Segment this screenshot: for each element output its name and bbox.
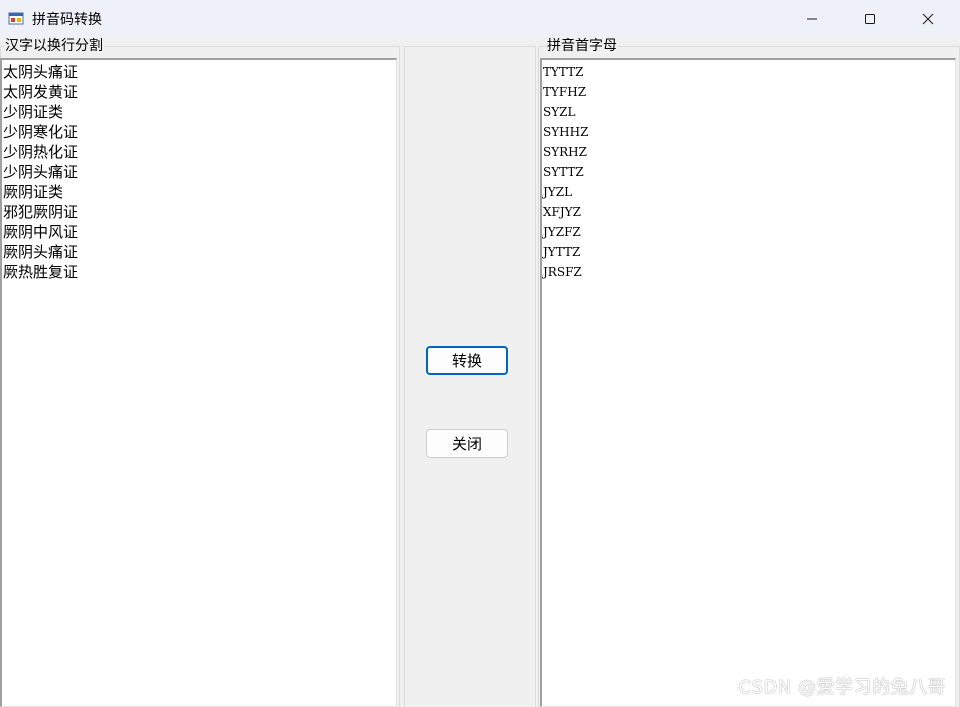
text-line: TYTTZ xyxy=(543,65,584,79)
text-line: JYTTZ xyxy=(543,245,581,259)
text-line: 厥阴中风证 xyxy=(3,223,79,241)
convert-button[interactable]: 转换 xyxy=(426,346,508,375)
text-line: 厥热胜复证 xyxy=(3,263,79,281)
button-panel xyxy=(404,46,536,707)
hanzi-input-textbox[interactable]: 太阴头痛证太阴发黄证少阴证类少阴寒化证少阴热化证少阴头痛证厥阴证类邪犯厥阴证厥阴… xyxy=(0,58,397,707)
text-line: JYZFZ xyxy=(543,225,581,239)
pinyin-group-label: 拼音首字母 xyxy=(546,38,618,54)
pinyin-output-textbox[interactable]: TYTTZ TYFHZ SYZL SYHHZ SYRHZ SYTTZ JYZL XFJYZ JY… xyxy=(540,58,956,707)
text-line: SYRHZ xyxy=(543,145,587,159)
window-title: 拼音码转换 xyxy=(32,12,102,28)
maximize-button[interactable] xyxy=(841,0,899,38)
text-line: JRSFZ xyxy=(543,265,582,279)
text-line: SYHHZ xyxy=(543,125,589,139)
minimize-icon xyxy=(807,18,817,20)
text-line: 少阴头痛证 xyxy=(3,163,79,181)
client-area: 汉字以换行分割 太阴头痛证太阴发黄证少阴证类少阴寒化证少阴热化证少阴头痛证厥阴证… xyxy=(0,38,960,707)
hanzi-group-label: 汉字以换行分割 xyxy=(4,38,104,54)
app-icon xyxy=(8,10,24,26)
text-line: 少阴热化证 xyxy=(3,143,79,161)
text-line: 少阴证类 xyxy=(3,103,64,121)
text-line: 邪犯厥阴证 xyxy=(3,203,79,221)
text-line: SYZL xyxy=(543,105,576,119)
text-line: 少阴寒化证 xyxy=(3,123,79,141)
text-line: JYZL xyxy=(543,185,573,199)
text-line: XFJYZ xyxy=(543,205,581,219)
text-line: 太阴头痛证 xyxy=(3,63,79,81)
minimize-button[interactable] xyxy=(783,0,841,38)
close-window-button[interactable] xyxy=(899,0,957,38)
title-bar: 拼音码转换 xyxy=(0,0,960,38)
text-line: TYFHZ xyxy=(543,85,587,99)
close-button[interactable]: 关闭 xyxy=(426,429,508,458)
close-icon xyxy=(922,13,934,25)
text-line: 厥阴头痛证 xyxy=(3,243,79,261)
maximize-icon xyxy=(865,14,875,24)
text-line: SYTTZ xyxy=(543,165,584,179)
text-line: 太阴发黄证 xyxy=(3,83,79,101)
text-line: 厥阴证类 xyxy=(3,183,64,201)
watermark: CSDN @爱学习的兔八哥 xyxy=(738,677,946,698)
